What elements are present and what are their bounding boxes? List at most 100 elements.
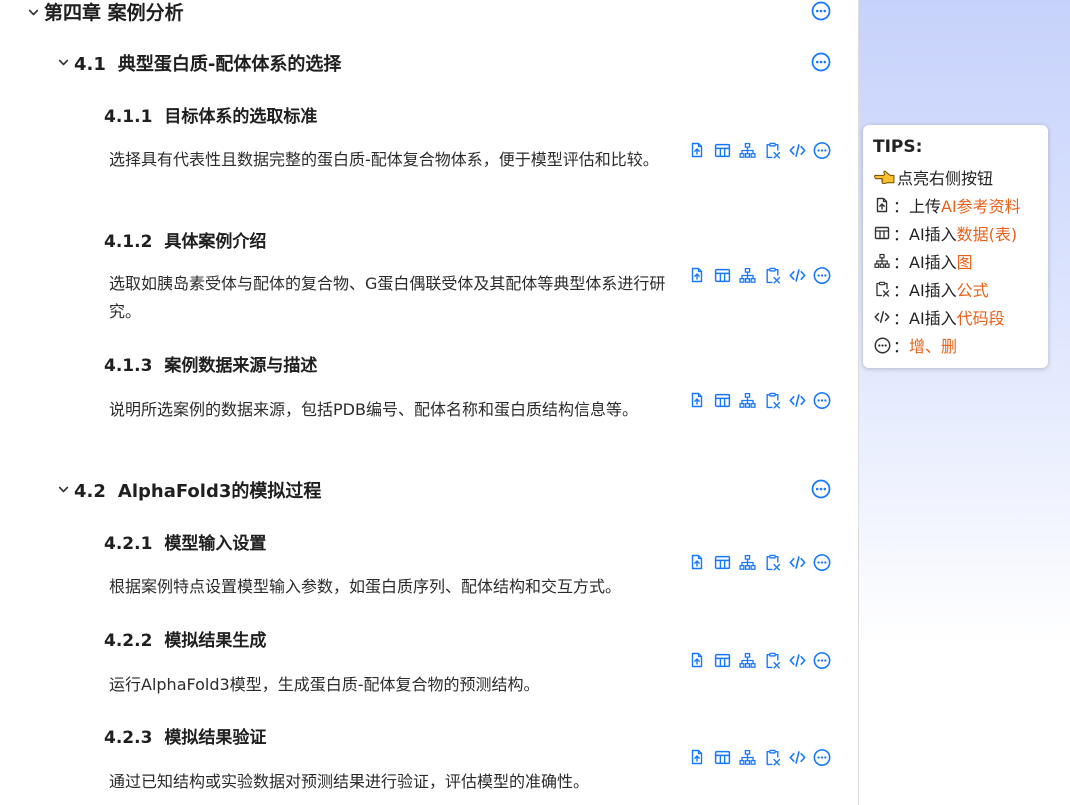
more-icon[interactable]	[813, 141, 831, 159]
upload-file-icon[interactable]	[688, 651, 706, 669]
code-icon[interactable]	[788, 553, 806, 571]
subsection-toolbar-4-1-2	[688, 266, 831, 284]
section-title: AlphaFold3的模拟过程	[117, 481, 322, 502]
tips-row-diagram: ：AI插入图	[873, 247, 1038, 275]
subsection-heading-4-2-1: 4.2.1 模型输入设置	[104, 529, 266, 554]
tips-row-prefix: ：	[893, 337, 910, 356]
code-icon	[873, 308, 891, 326]
formula-icon[interactable]	[763, 391, 781, 409]
formula-icon	[873, 280, 891, 298]
tips-row-formula: ：AI插入 公式	[873, 275, 1038, 303]
table-icon[interactable]	[713, 266, 731, 284]
tips-hint: 点亮右侧按钮	[897, 169, 994, 188]
code-icon[interactable]	[788, 141, 806, 159]
subsection-paragraph-4-2-1[interactable]: 根据案例特点设置模型输入参数，如蛋白质序列、配体结构和交互方式。	[109, 573, 669, 601]
tips-row-prefix: ：上传	[893, 197, 942, 216]
upload-file-icon	[873, 196, 891, 214]
subsection-title: 具体案例介绍	[164, 232, 267, 252]
more-icon[interactable]	[813, 266, 831, 284]
subsection-toolbar-4-2-2	[688, 651, 831, 669]
subsection-number: 4.1.3	[104, 356, 153, 376]
upload-file-icon[interactable]	[688, 141, 706, 159]
diagram-icon[interactable]	[738, 141, 756, 159]
table-icon[interactable]	[713, 141, 731, 159]
table-icon[interactable]	[713, 553, 731, 571]
subsection-paragraph-4-1-3[interactable]: 说明所选案例的数据来源，包括PDB编号、配体名称和蛋白质结构信息等。	[109, 396, 669, 424]
diagram-icon[interactable]	[738, 391, 756, 409]
section-4-2-more-icon[interactable]	[811, 479, 831, 499]
section-heading-4-1: 4.1 典型蛋白质-配体体系的选择	[74, 50, 341, 76]
diagram-icon	[873, 252, 891, 270]
tips-row-highlight: AI参考资料	[941, 197, 1021, 216]
code-icon[interactable]	[788, 748, 806, 766]
upload-file-icon[interactable]	[688, 391, 706, 409]
more-icon[interactable]	[813, 553, 831, 571]
formula-icon[interactable]	[763, 266, 781, 284]
subsection-heading-4-1-3: 4.1.3 案例数据来源与描述	[104, 351, 317, 376]
diagram-icon[interactable]	[738, 748, 756, 766]
more-icon[interactable]	[813, 391, 831, 409]
subsection-paragraph-4-1-2[interactable]: 选取如胰岛素受体与配体的复合物、G蛋白偶联受体及其配体等典型体系进行研究。	[109, 270, 669, 326]
subsection-heading-4-2-3: 4.2.3 模拟结果验证	[104, 723, 266, 748]
tips-row-code: ：AI插入 代码段	[873, 303, 1038, 331]
tips-row-upload: ：上传 AI参考资料	[873, 191, 1038, 219]
tips-row-table: ：AI插入 数据(表)	[873, 219, 1038, 247]
subsection-title: 模型输入设置	[164, 534, 267, 554]
code-icon[interactable]	[788, 391, 806, 409]
tips-row-prefix: ：AI插入	[893, 225, 957, 244]
tips-row-more: ：增、删	[873, 331, 1038, 359]
upload-file-icon[interactable]	[688, 748, 706, 766]
formula-icon[interactable]	[763, 141, 781, 159]
code-icon[interactable]	[788, 651, 806, 669]
subsection-toolbar-4-1-3	[688, 391, 831, 409]
formula-icon[interactable]	[763, 553, 781, 571]
code-icon[interactable]	[788, 266, 806, 284]
subsection-number: 4.1.1	[104, 107, 153, 127]
tips-row-highlight: 公式	[956, 281, 989, 300]
tips-hint-row: 点亮右侧按钮	[873, 163, 1038, 191]
subsection-heading-4-1-1: 4.1.1 目标体系的选取标准	[104, 102, 317, 127]
more-icon[interactable]	[813, 651, 831, 669]
collapse-chapter-chevron-icon[interactable]	[27, 6, 40, 19]
subsection-title: 模拟结果生成	[164, 631, 267, 651]
more-icon[interactable]	[813, 748, 831, 766]
chapter-title: 第四章 案例分析	[44, 2, 184, 24]
section-number: 4.2	[74, 481, 106, 502]
section-title: 典型蛋白质-配体体系的选择	[117, 54, 342, 75]
pointing-hand-icon	[873, 168, 895, 186]
collapse-section-4-1-chevron-icon[interactable]	[57, 56, 70, 69]
subsection-paragraph-4-2-3[interactable]: 通过已知结构或实验数据对预测结果进行验证，评估模型的准确性。	[109, 768, 669, 796]
subsection-heading-4-2-2: 4.2.2 模拟结果生成	[104, 626, 266, 651]
tips-row-highlight: 数据(表)	[956, 225, 1018, 244]
diagram-icon[interactable]	[738, 651, 756, 669]
tips-row-highlight: 图	[956, 253, 973, 272]
table-icon	[873, 224, 891, 242]
upload-file-icon[interactable]	[688, 553, 706, 571]
subsection-toolbar-4-2-3	[688, 748, 831, 766]
subsection-toolbar-4-2-1	[688, 553, 831, 571]
table-icon[interactable]	[713, 651, 731, 669]
tips-row-prefix: ：AI插入	[893, 253, 957, 272]
table-icon[interactable]	[713, 748, 731, 766]
subsection-paragraph-4-1-1[interactable]: 选择具有代表性且数据完整的蛋白质-配体复合物体系，便于模型评估和比较。	[109, 146, 669, 174]
subsection-number: 4.2.2	[104, 631, 153, 651]
section-4-1-more-icon[interactable]	[811, 52, 831, 72]
table-icon[interactable]	[713, 391, 731, 409]
subsection-number: 4.2.3	[104, 728, 153, 748]
diagram-icon[interactable]	[738, 266, 756, 284]
tips-card: TIPS: 点亮右侧按钮 ：上传 AI参考资料 ：AI插入 数据(表) ：AI插入图…	[863, 125, 1048, 368]
outline-document: 第四章 案例分析 4.1 典型蛋白质-配体体系的选择 4.1.1 目标体系的选取标准…	[0, 0, 858, 805]
diagram-icon[interactable]	[738, 553, 756, 571]
tips-title: TIPS:	[873, 137, 923, 157]
subsection-number: 4.2.1	[104, 534, 153, 554]
collapse-section-4-2-chevron-icon[interactable]	[57, 483, 70, 496]
section-number: 4.1	[74, 54, 106, 75]
formula-icon[interactable]	[763, 651, 781, 669]
subsection-paragraph-4-2-2[interactable]: 运行AlphaFold3模型，生成蛋白质-配体复合物的预测结构。	[109, 671, 669, 699]
chapter-more-icon[interactable]	[811, 1, 831, 21]
formula-icon[interactable]	[763, 748, 781, 766]
subsection-toolbar-4-1-1	[688, 141, 831, 159]
subsection-heading-4-1-2: 4.1.2 具体案例介绍	[104, 227, 266, 252]
upload-file-icon[interactable]	[688, 266, 706, 284]
subsection-title: 案例数据来源与描述	[164, 356, 318, 376]
